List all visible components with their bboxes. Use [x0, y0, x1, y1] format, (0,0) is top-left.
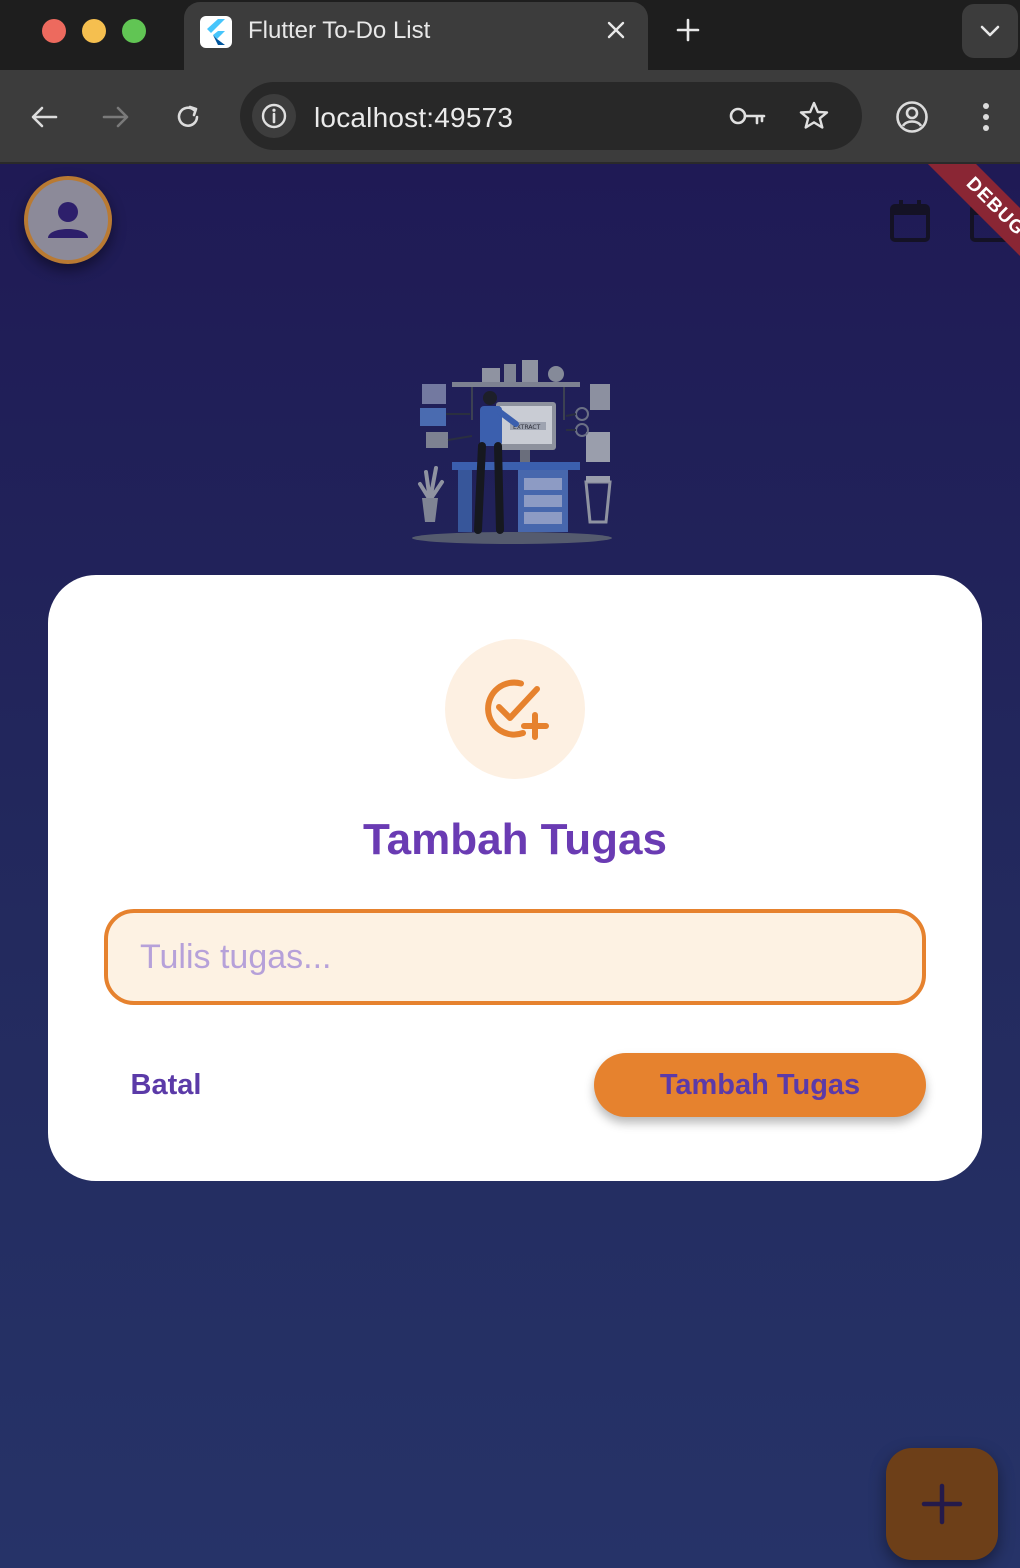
dialog-title: Tambah Tugas — [363, 815, 667, 864]
add-task-icon-badge — [445, 639, 585, 779]
task-input[interactable] — [104, 909, 926, 1005]
plus-icon — [921, 1483, 963, 1525]
browser-toolbar: localhost:49573 — [0, 70, 1020, 164]
profile-account-icon[interactable] — [892, 97, 932, 137]
close-tab-icon[interactable] — [600, 14, 632, 46]
browser-tab[interactable]: Flutter To-Do List — [184, 2, 648, 70]
add-task-fab[interactable] — [886, 1448, 998, 1560]
password-key-icon[interactable] — [728, 98, 768, 134]
tab-title: Flutter To-Do List — [248, 17, 431, 44]
bookmark-star-icon[interactable] — [794, 96, 834, 136]
reload-icon[interactable] — [168, 97, 208, 137]
url-text: localhost:49573 — [314, 102, 514, 133]
add-task-dialog: Tambah Tugas Batal Tambah Tugas — [48, 575, 982, 1181]
add-task-button[interactable]: Tambah Tugas — [594, 1053, 926, 1117]
browser-menu-kebab-icon[interactable] — [966, 97, 1006, 137]
back-arrow-icon[interactable] — [24, 97, 64, 137]
site-info-icon[interactable] — [252, 94, 296, 138]
close-window-button[interactable] — [42, 19, 66, 43]
app-viewport: DEBUG EXTRACT Tambah Tugas Tulis tugas..… — [0, 164, 1020, 1568]
calendar-icon[interactable] — [888, 198, 932, 244]
address-bar[interactable]: localhost:49573 — [240, 82, 862, 150]
browser-tab-bar: Flutter To-Do List — [0, 0, 1020, 70]
profile-avatar[interactable] — [24, 176, 112, 264]
flutter-icon — [200, 16, 232, 48]
forward-arrow-icon[interactable] — [96, 97, 136, 137]
new-tab-icon[interactable] — [670, 12, 706, 48]
add-task-icon — [485, 679, 549, 740]
minimize-window-button[interactable] — [82, 19, 106, 43]
maximize-window-button[interactable] — [122, 19, 146, 43]
cancel-button[interactable]: Batal — [108, 1053, 224, 1117]
person-icon — [48, 202, 88, 238]
tab-search-chevron-down-icon[interactable] — [962, 4, 1018, 58]
workspace-illustration: EXTRACT — [412, 360, 612, 544]
